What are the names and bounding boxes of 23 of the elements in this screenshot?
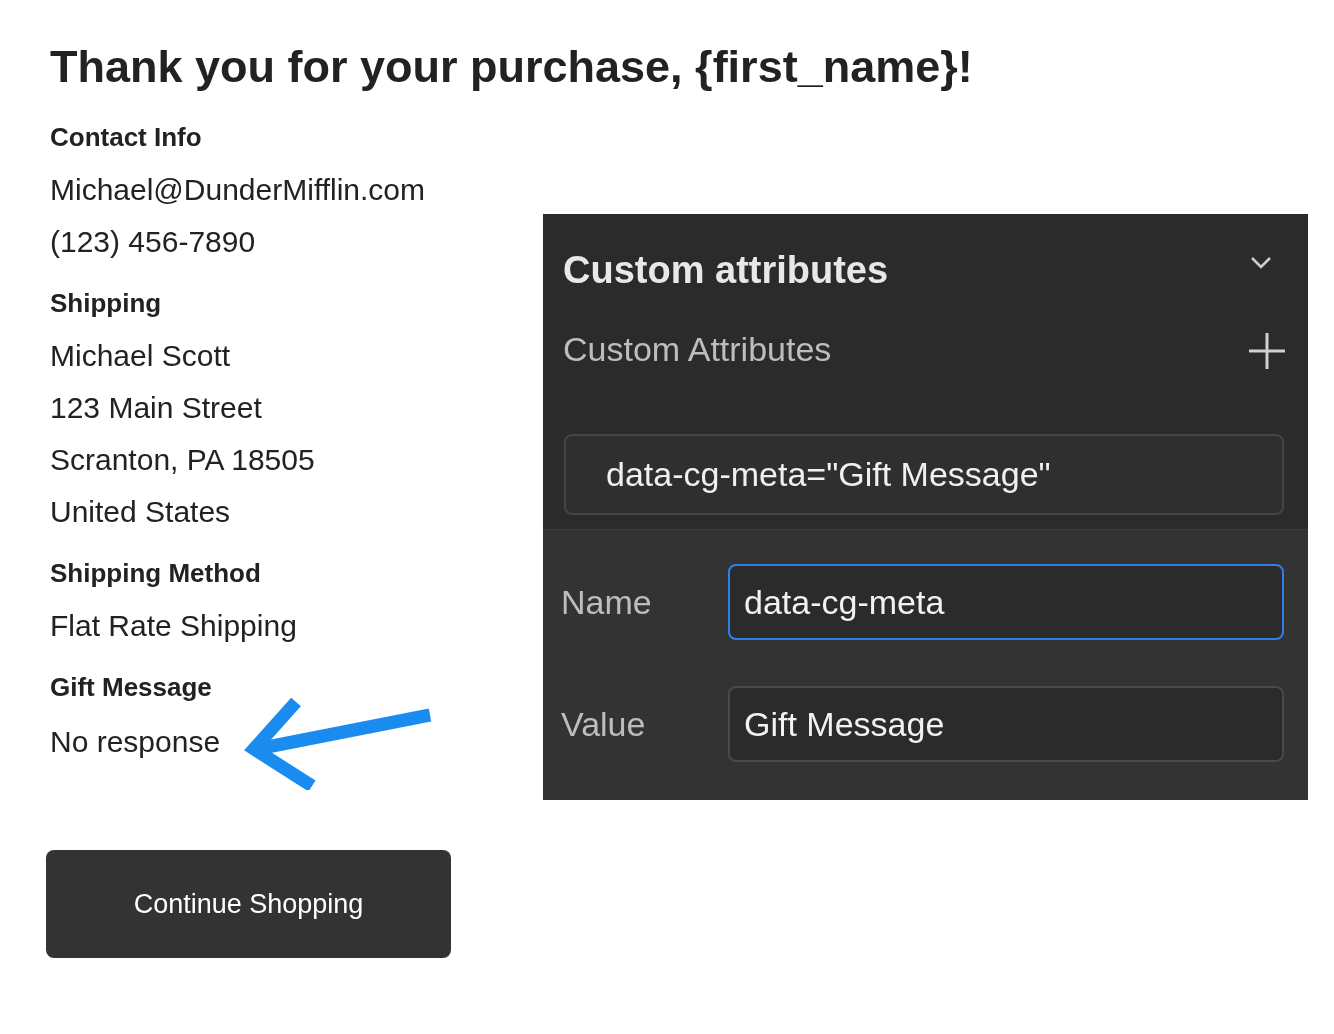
- section-heading: Gift Message: [50, 674, 213, 700]
- detail-text: (123) 456-7890: [50, 224, 257, 260]
- input-field[interactable]: data-cg-meta: [728, 564, 1284, 640]
- section-heading: Contact Info: [50, 124, 203, 150]
- plus-icon[interactable]: [1248, 332, 1286, 370]
- detail-text: Michael Scott: [50, 338, 232, 374]
- detail-text: No response: [50, 724, 221, 760]
- detail-text: Michael@DunderMifflin.com: [50, 172, 427, 208]
- detail-text: United States: [50, 494, 232, 530]
- section-heading: Shipping Method: [50, 560, 262, 586]
- section-heading: Shipping: [50, 290, 163, 316]
- detail-text: 123 Main Street: [50, 390, 263, 426]
- input-field[interactable]: Gift Message: [728, 686, 1284, 762]
- field-label: Name: [561, 581, 653, 623]
- continue-shopping-button[interactable]: Continue Shopping: [46, 850, 451, 958]
- detail-text: Scranton, PA 18505: [50, 442, 316, 478]
- field-label: Value: [561, 703, 647, 745]
- attribute-item[interactable]: data-cg-meta="Gift Message": [564, 434, 1284, 515]
- section-label: Custom Attributes: [563, 329, 832, 370]
- page-heading: Thank you for your purchase, {first_name}!: [50, 40, 974, 94]
- detail-text: Flat Rate Shipping: [50, 608, 298, 644]
- chevron-down-icon[interactable]: [1250, 256, 1272, 270]
- panel-title: Custom attributes: [563, 248, 889, 293]
